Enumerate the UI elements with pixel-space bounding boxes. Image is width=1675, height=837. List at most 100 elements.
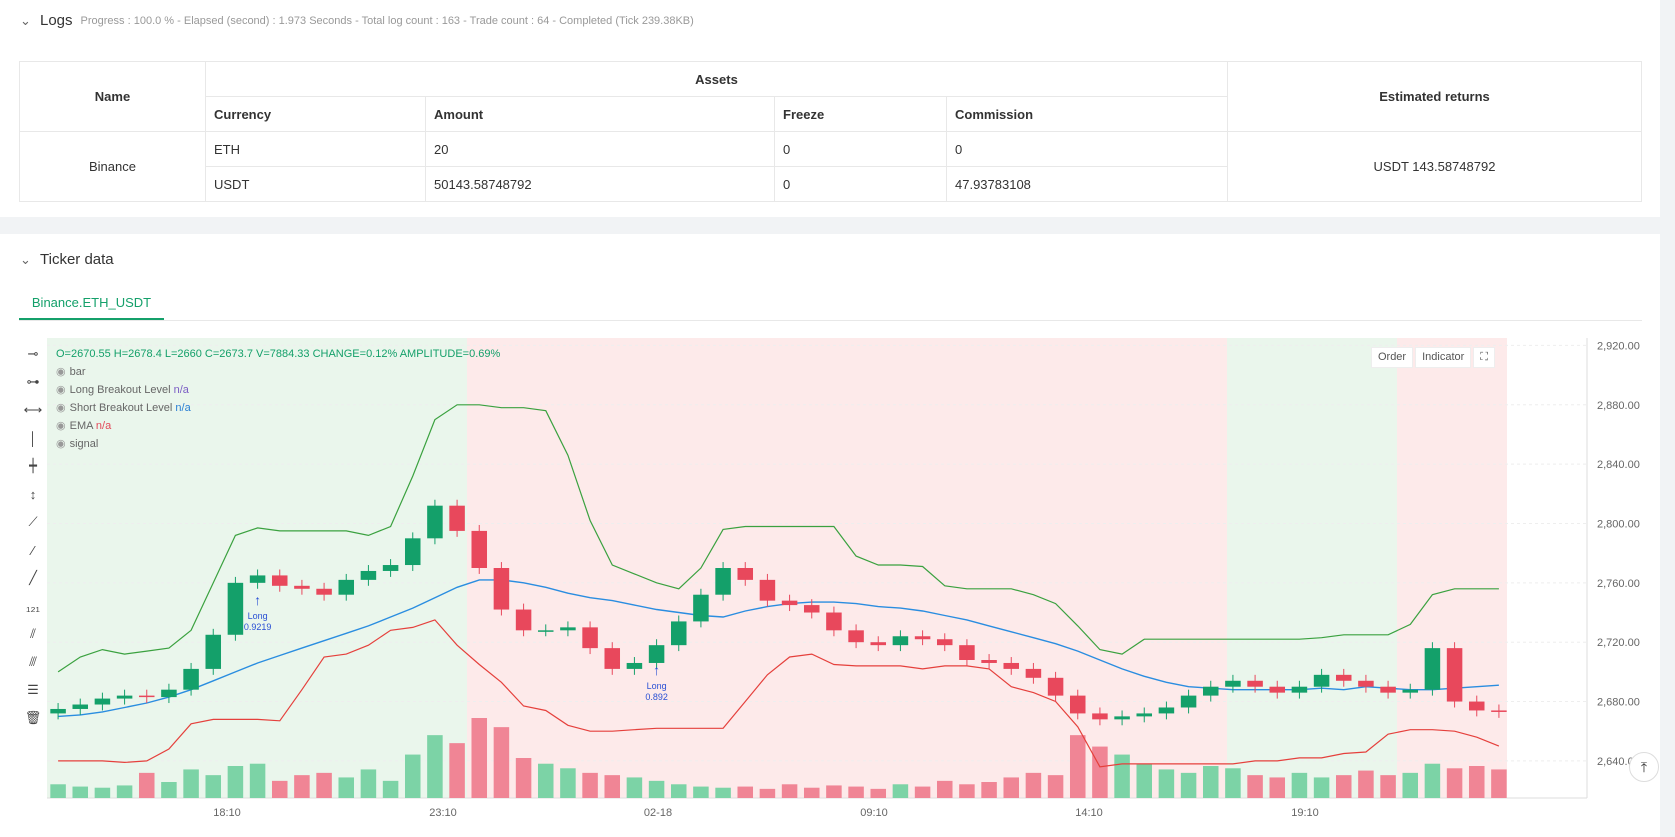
horizontal-ray-icon[interactable]: ⊶ [22,368,44,396]
volume-bar [271,780,288,798]
order-button[interactable]: Order [1370,347,1414,368]
eye-icon[interactable]: ◉ [56,384,66,396]
candle-body [848,630,864,643]
volume-bar [936,780,953,798]
volume-bar [427,735,443,798]
trash-icon[interactable]: 🗑 [22,704,44,732]
vertical-segment-icon[interactable]: ↕ [22,480,44,508]
amount-header: Amount [425,96,775,132]
volume-bar [1136,763,1153,798]
candle-body [803,605,820,613]
vertical-ray-icon[interactable]: ┿ [22,452,44,480]
volume-bar [1269,777,1286,798]
eye-icon[interactable]: ◉ [56,438,66,450]
candle-body [1491,710,1507,712]
candle-body [205,634,222,669]
candle-body [1468,701,1485,711]
volume-bar [493,727,510,798]
volume-bar [803,787,820,798]
volume-bar [72,786,89,798]
table-row: Binance ETH 20 0 0 USDT 143.58748792 [19,131,1642,202]
volume-bar [471,718,488,798]
candle-body [515,609,532,631]
volume-bar [1380,775,1396,798]
candle-body [1380,686,1396,693]
volume-bar [161,782,177,798]
volume-bar [1003,777,1020,798]
volume-bar [1025,772,1042,798]
chevron-down-icon[interactable]: ⌄ [20,252,40,268]
candle-body [1158,707,1175,714]
scroll-top-button[interactable]: ⤒ [1629,752,1659,782]
volume-bar [1335,775,1352,798]
volume-bar [1491,769,1507,798]
tab-eth-usdt[interactable]: Binance.ETH_USDT [19,286,164,320]
candle-body [227,582,244,635]
ray-line-icon[interactable]: ⁄ [22,536,44,564]
x-tick-label: 09:10 [860,807,888,819]
volume-bar [138,772,155,798]
volume-bar [1402,772,1419,798]
candle-body [936,639,953,646]
y-tick-label: 2,920.00 [1597,340,1640,352]
volume-bar [560,768,576,798]
cell-commission: 0 [946,131,1228,167]
y-tick-label: 2,800.00 [1597,518,1640,530]
logs-header[interactable]: ⌄ Logs Progress : 100.0 % - Elapsed (sec… [20,12,694,29]
volume-bar [759,788,776,798]
price-label-icon[interactable]: ₁₂₁ [22,592,44,620]
candle-body [693,594,709,622]
volume-bar [1358,770,1374,798]
parallel-channel-icon[interactable]: ⫽ [22,620,44,648]
assets-table: Name Assets Estimated returns Currency A… [19,61,1642,202]
cell-commission: 47.93783108 [946,166,1228,202]
candle-body [1269,686,1286,693]
legend-item[interactable]: ◉ signal [56,435,500,453]
fullscreen-icon[interactable]: ⛶ [1473,347,1495,368]
candle-body [670,621,687,646]
eye-icon[interactable]: ◉ [56,366,66,378]
legend-item[interactable]: ◉ bar [56,363,500,381]
volume-bar [1225,768,1241,798]
candle-body [1424,648,1441,690]
chevron-down-icon[interactable]: ⌄ [20,13,40,29]
fib-channel-icon[interactable]: ⫻ [22,648,44,676]
vertical-line-icon[interactable]: │ [22,424,44,452]
trend-line-icon[interactable]: ⟋ [22,508,44,536]
candle-body [493,568,510,610]
eye-icon[interactable]: ◉ [56,402,66,414]
y-tick-label: 2,840.00 [1597,459,1640,471]
drawing-toolbar: ⊸ ⊶ ⟷ │ ┿ ↕ ⟋ ⁄ ╱ ₁₂₁ ⫽ ⫻ ☰ 🗑 [22,340,44,732]
candle-body [892,636,909,646]
x-tick-label: 19:10 [1291,807,1319,819]
candle-body [604,648,621,669]
volume-bar [892,784,909,798]
eye-icon[interactable]: ◉ [56,420,66,432]
cell-freeze: 0 [774,131,947,167]
volume-bar [515,758,532,798]
candle-body [1446,648,1463,702]
x-tick-label: 02-18 [644,807,672,819]
returns-header: Estimated returns [1227,61,1642,132]
volume-bar [227,766,244,798]
fib-retracement-icon[interactable]: ☰ [22,676,44,704]
ticker-header[interactable]: ⌄ Ticker data [20,251,114,268]
legend-item[interactable]: ◉ EMA n/a [56,417,500,435]
candle-body [626,662,643,669]
horizontal-segment-icon[interactable]: ⟷ [22,396,44,424]
cell-currency: ETH [205,131,426,167]
chart-legend: O=2670.55 H=2678.4 L=2660 C=2673.7 V=788… [56,345,500,453]
indicator-button[interactable]: Indicator [1415,347,1472,368]
volume-bar [360,769,377,798]
cell-amount: 20 [425,131,775,167]
legend-item[interactable]: ◉ Long Breakout Level n/a [56,381,500,399]
extended-line-icon[interactable]: ╱ [22,564,44,592]
name-header: Name [19,61,206,132]
candle-body [50,708,66,714]
legend-item[interactable]: ◉ Short Breakout Level n/a [56,399,500,417]
cell-amount: 50143.58748792 [425,166,775,202]
candle-body [1247,680,1263,687]
bullish-region [1227,338,1397,798]
horizontal-line-icon[interactable]: ⊸ [22,340,44,368]
volume-bar [294,775,310,798]
